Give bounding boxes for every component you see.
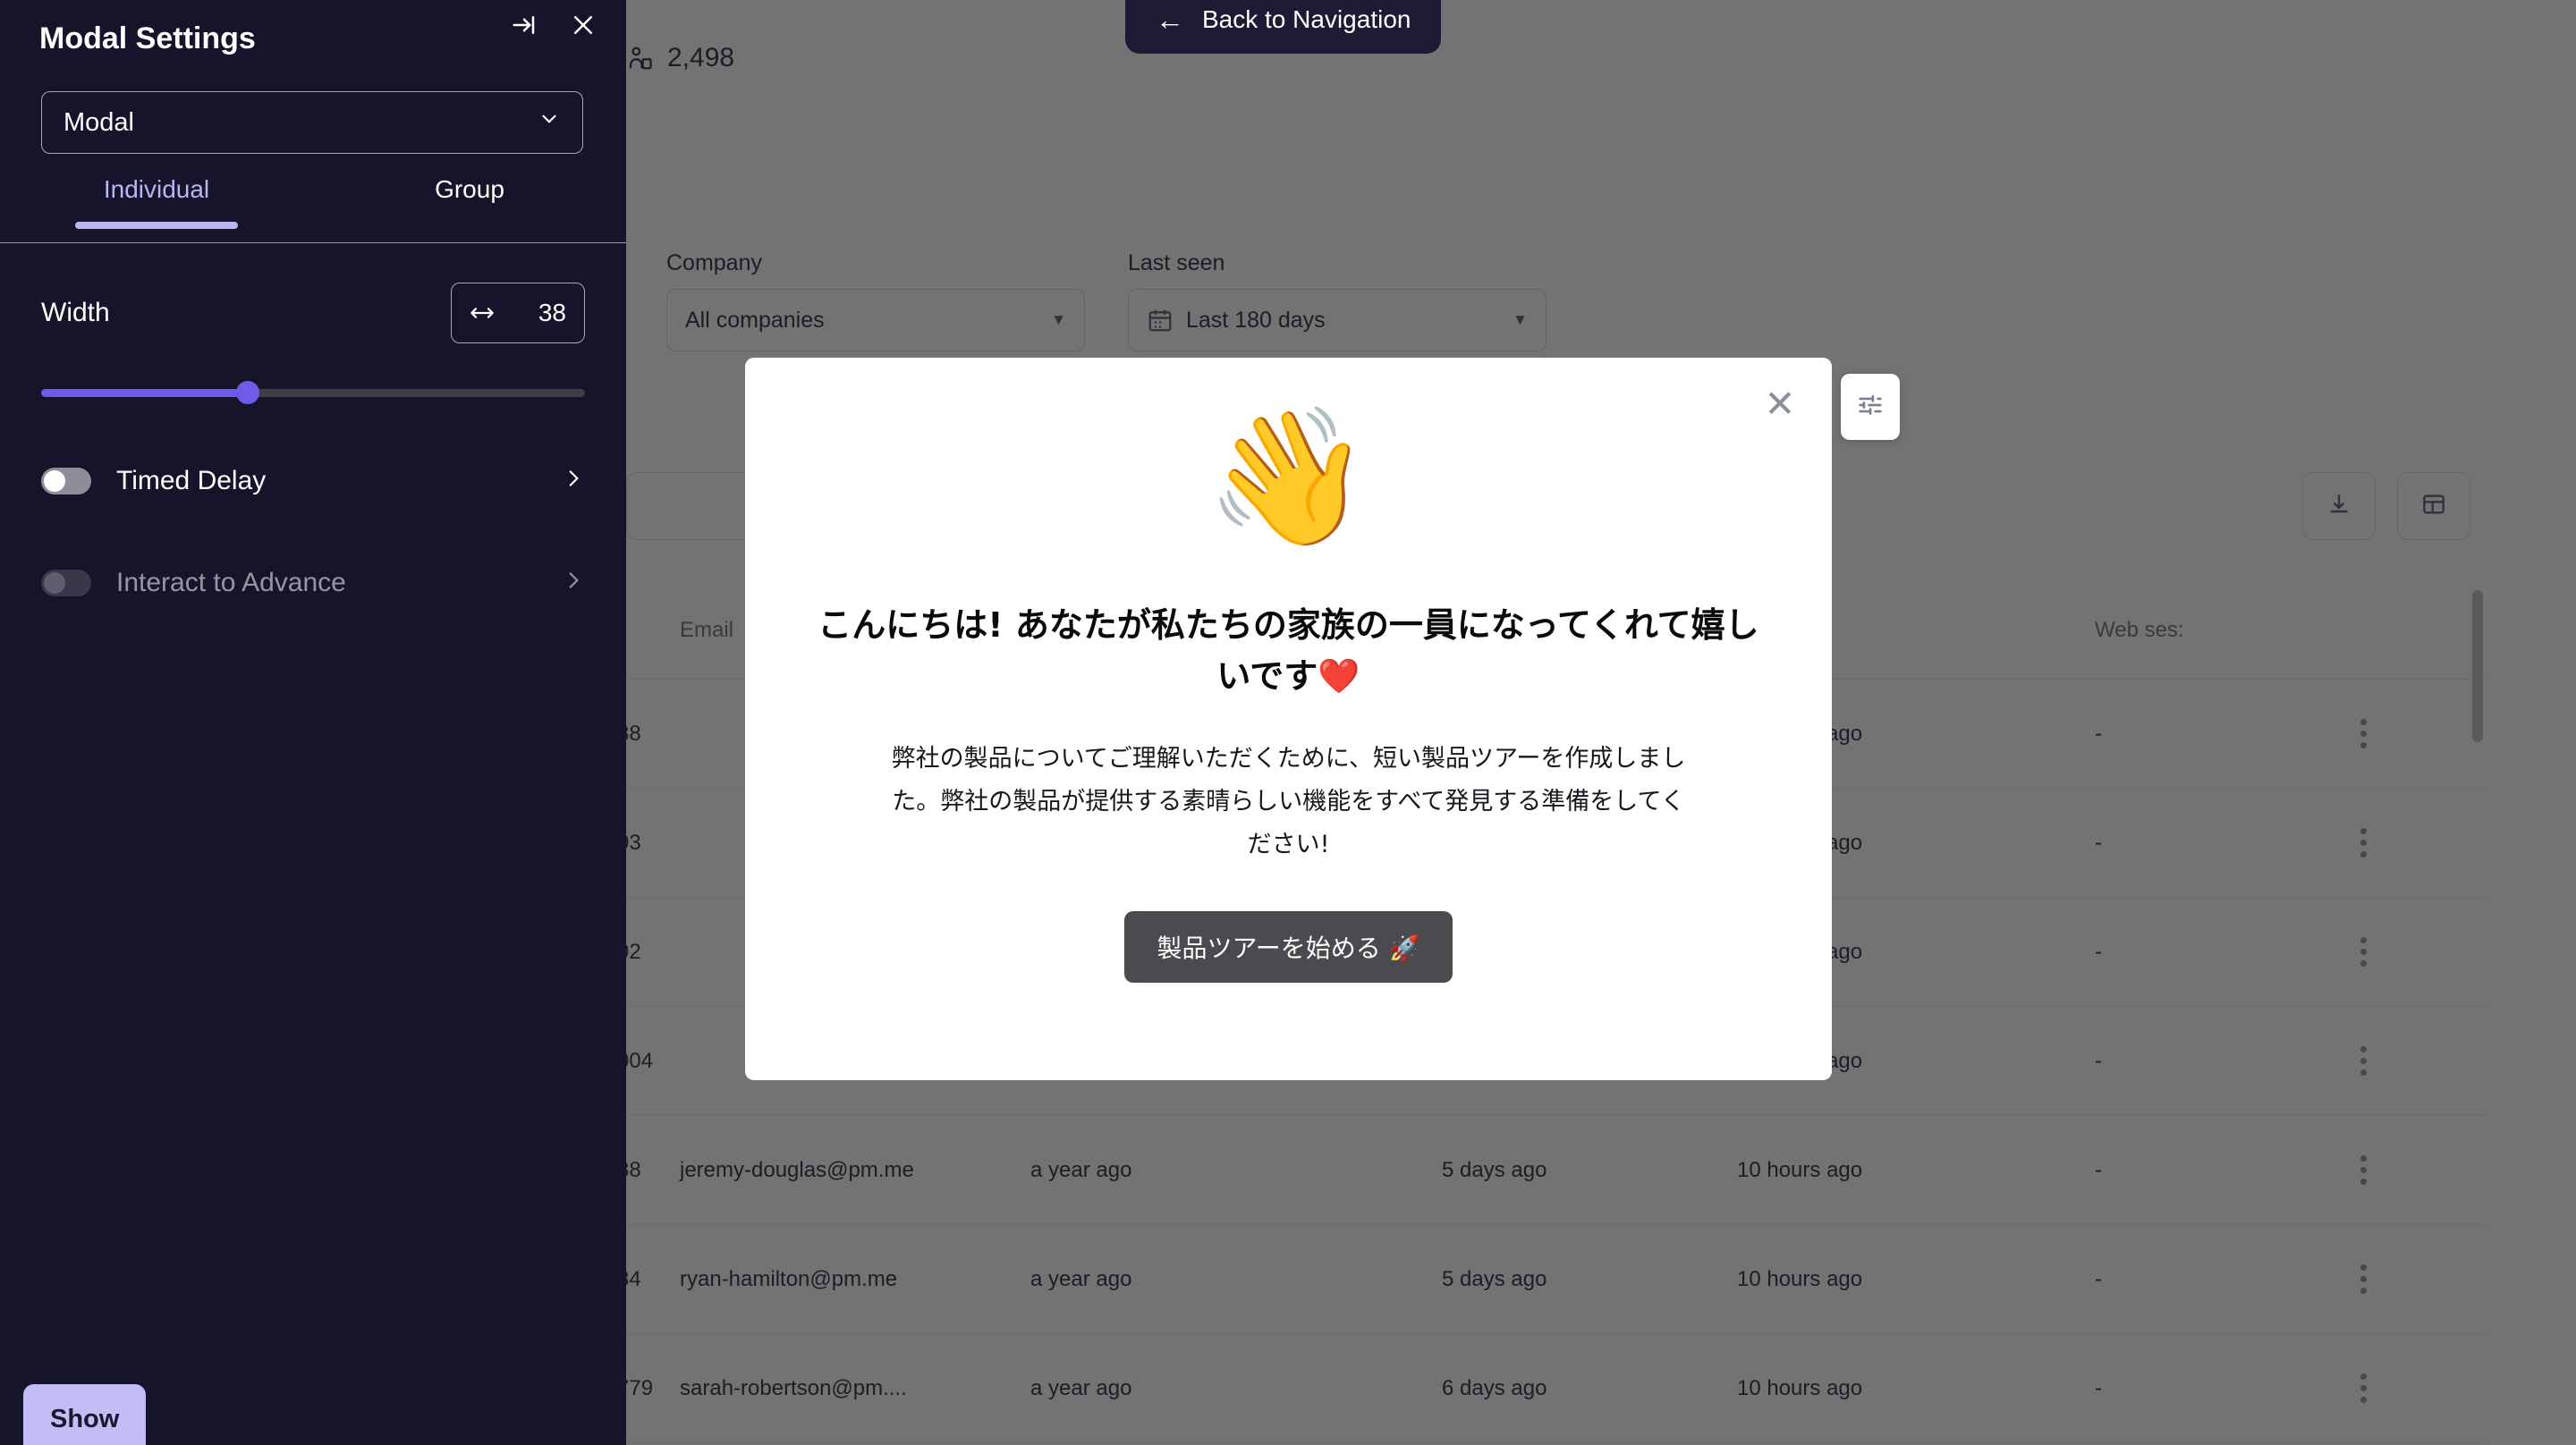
back-to-navigation-label: Back to Navigation	[1202, 5, 1411, 33]
modal-body-text: 弊社の製品についてご理解いただくために、短い製品ツアーを作成しました。弊社の製品…	[891, 745, 1686, 859]
modal-close-button[interactable]: ✕	[1758, 383, 1801, 426]
welcome-modal: ✕ 👋 こんにちは! あなたが私たちの家族の一員になってくれて嬉しいです❤️ 弊…	[745, 358, 1832, 1080]
start-product-tour-button[interactable]: 製品ツアーを始める 🚀	[1124, 911, 1453, 984]
tab-group[interactable]: Group	[313, 175, 626, 229]
collapse-right-icon[interactable]	[506, 7, 542, 43]
arrow-left-icon: ←	[1156, 4, 1184, 36]
width-value: 38	[538, 299, 566, 326]
panel-header-icons	[506, 7, 601, 43]
width-input[interactable]: 38	[451, 283, 585, 343]
back-to-navigation-button[interactable]: ← Back to Navigation	[1125, 0, 1442, 54]
tab-individual-label: Individual	[103, 175, 210, 203]
timed-delay-row[interactable]: Timed Delay	[41, 456, 585, 506]
panel-header: Modal Settings Modal Individual Group	[0, 0, 626, 243]
step-type-value: Modal	[64, 107, 134, 137]
interact-to-advance-toggle[interactable]	[41, 570, 91, 596]
show-button[interactable]: Show	[23, 1384, 147, 1445]
panel-body: Width 38 Timed Delay Interact to Advance	[0, 243, 626, 608]
sliders-icon	[1855, 390, 1885, 425]
step-type-select[interactable]: Modal	[41, 91, 583, 154]
width-label: Width	[41, 298, 110, 327]
waving-hand-emoji: 👋	[1205, 400, 1372, 555]
width-control: Width 38	[41, 283, 585, 343]
close-icon: ✕	[1764, 383, 1796, 425]
timed-delay-label: Timed Delay	[116, 466, 267, 495]
panel-title: Modal Settings	[39, 21, 256, 55]
width-slider[interactable]	[41, 381, 585, 404]
modal-heading: こんにちは! あなたが私たちの家族の一員になってくれて嬉しいです❤️	[818, 605, 1759, 696]
tab-individual[interactable]: Individual	[0, 175, 313, 229]
close-icon[interactable]	[565, 7, 601, 43]
chevron-down-icon	[538, 107, 561, 138]
interact-to-advance-row[interactable]: Interact to Advance	[41, 558, 585, 608]
interact-to-advance-label: Interact to Advance	[116, 568, 346, 597]
timed-delay-toggle[interactable]	[41, 468, 91, 494]
slider-thumb[interactable]	[236, 381, 260, 404]
panel-tabs: Individual Group	[0, 175, 626, 229]
chevron-right-icon[interactable]	[562, 566, 585, 600]
step-settings-button[interactable]	[1841, 374, 1900, 440]
tab-group-label: Group	[435, 175, 504, 203]
slider-fill	[41, 389, 249, 397]
modal-settings-panel: Modal Settings Modal Individual Group Wi…	[0, 0, 626, 1445]
horizontal-resize-icon	[470, 299, 495, 327]
chevron-right-icon[interactable]	[562, 464, 585, 498]
